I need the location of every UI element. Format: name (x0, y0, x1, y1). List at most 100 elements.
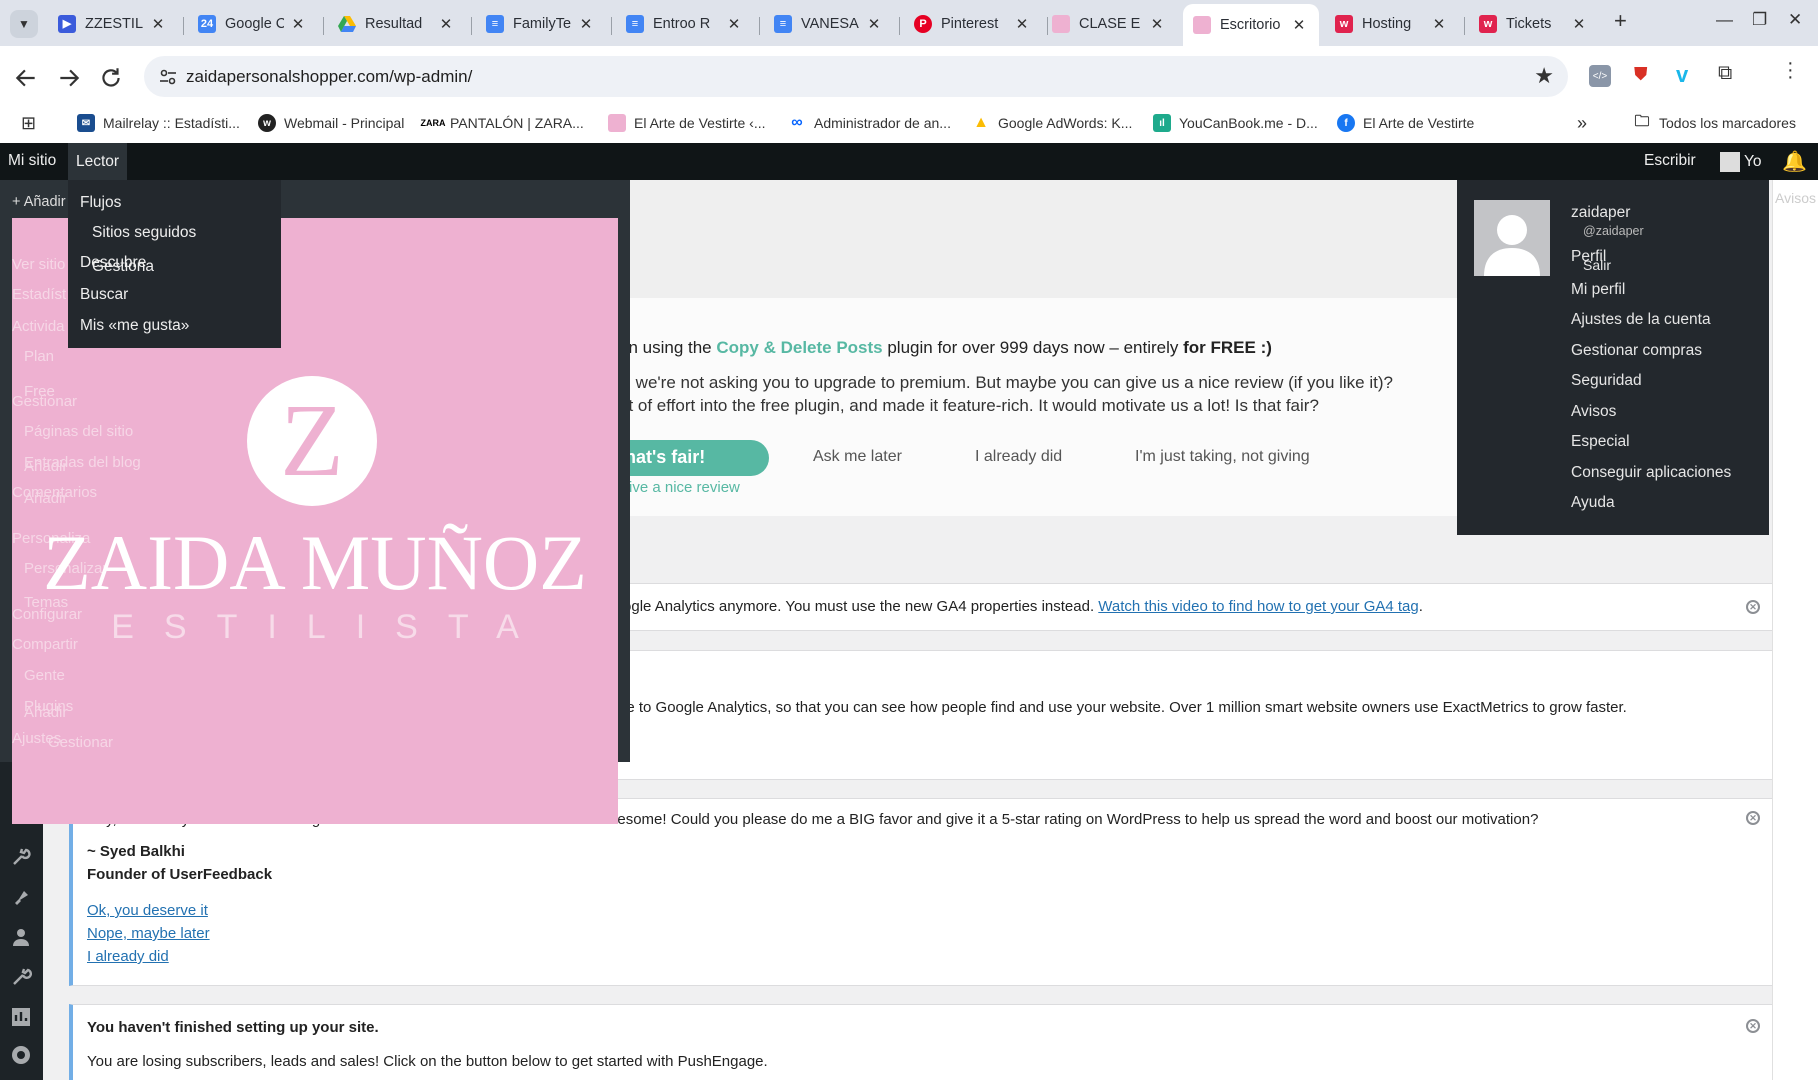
close-icon[interactable]: ✕ (1149, 15, 1165, 33)
side-item[interactable]: Plan (24, 348, 54, 365)
reader-item-likes[interactable]: Mis «me gusta» (80, 317, 189, 335)
dismiss-icon[interactable]: ✕ (1746, 1019, 1760, 1033)
account-item-ayuda[interactable]: Ayuda (1571, 494, 1615, 512)
forward-icon[interactable] (56, 65, 82, 91)
extension-devtools-icon[interactable]: </> (1589, 65, 1611, 87)
side-item[interactable]: Gestionar (12, 393, 77, 410)
account-item-mi-perfil[interactable]: Mi perfil (1571, 281, 1625, 299)
back-icon[interactable] (13, 65, 39, 91)
tab-entroo[interactable]: ≡ Entroo R ✕ (616, 7, 754, 40)
bookmark-adwords[interactable]: ▲ Google AdWords: K... (972, 110, 1132, 136)
tab-vanesa[interactable]: ≡ VANESA ✕ (764, 7, 894, 40)
already-did-link[interactable]: I already did (87, 948, 169, 965)
side-item[interactable]: Gente (24, 667, 65, 684)
side-item[interactable]: Estadíst (12, 286, 66, 303)
reader-item-buscar[interactable]: Buscar (80, 286, 128, 304)
window-close-icon[interactable]: ✕ (1788, 10, 1802, 30)
notifications-bell-icon[interactable]: 🔔 (1782, 149, 1807, 174)
site-favicon-icon (1193, 16, 1211, 34)
side-item[interactable]: Páginas del sitio (24, 423, 133, 440)
reader-item-flujos[interactable]: Flujos (80, 194, 121, 212)
bookmark-webmail[interactable]: w Webmail - Principal (258, 110, 404, 136)
close-icon[interactable]: ✕ (1431, 15, 1447, 33)
bookmark-zara[interactable]: ZARA PANTALÓN | ZARA... (421, 110, 584, 136)
address-bar[interactable]: zaidapersonalshopper.com/wp-admin/ ★ (144, 56, 1568, 97)
bookmark-mailrelay[interactable]: ✉ Mailrelay :: Estadísti... (77, 110, 240, 136)
tab-tickets[interactable]: w Tickets ✕ (1469, 7, 1599, 40)
tools-icon[interactable] (10, 846, 32, 868)
already-did-button[interactable]: I already did (975, 448, 1062, 466)
side-item[interactable]: Activida (12, 318, 65, 335)
settings-gear-icon[interactable] (10, 1044, 32, 1066)
account-item-especial[interactable]: Especial (1571, 433, 1630, 451)
side-item[interactable]: Añadir (24, 704, 67, 721)
tab-resultados[interactable]: Resultad ✕ (328, 7, 466, 40)
reload-icon[interactable] (98, 65, 124, 91)
tab-escritorio[interactable]: Escritorio ✕ (1183, 4, 1319, 46)
browser-menu-icon[interactable]: · · · (1787, 53, 1794, 87)
notifications-label[interactable]: Avisos (1775, 190, 1816, 206)
bookmark-youcanbook[interactable]: ıl YouCanBook.me - D... (1153, 110, 1318, 136)
side-item[interactable]: Añadir (24, 490, 67, 507)
tab-hosting[interactable]: w Hosting ✕ (1325, 7, 1459, 40)
account-item-ajustes[interactable]: Ajustes de la cuenta (1571, 311, 1711, 329)
close-icon[interactable]: ✕ (866, 15, 882, 33)
close-icon[interactable]: ✕ (1291, 16, 1307, 34)
tab-search-button[interactable]: ▼ (10, 10, 38, 38)
bookmark-el-arte-2[interactable]: f El Arte de Vestirte (1337, 110, 1474, 136)
wrench-icon[interactable] (10, 966, 32, 988)
close-icon[interactable]: ✕ (578, 15, 594, 33)
analytics-icon[interactable] (10, 1006, 32, 1028)
side-item[interactable]: Gestionar (48, 734, 113, 751)
bookmark-el-arte-1[interactable]: El Arte de Vestirte ‹... (608, 110, 766, 136)
account-item-salir[interactable]: Salir (1583, 257, 1611, 273)
reader-item-descubre[interactable]: Descubre (80, 254, 146, 272)
tab-clase[interactable]: CLASE E ✕ (1042, 7, 1177, 40)
write-link[interactable]: Escribir (1644, 152, 1696, 170)
tab-google-calendar[interactable]: 24 Google C ✕ (188, 7, 318, 40)
bookmarks-overflow-icon[interactable]: » (1577, 110, 1587, 136)
minimize-icon[interactable]: — (1716, 10, 1733, 30)
account-item-avisos[interactable]: Avisos (1571, 403, 1616, 421)
users-icon[interactable] (10, 926, 32, 948)
close-icon[interactable]: ✕ (1014, 15, 1030, 33)
dismiss-icon[interactable]: ✕ (1746, 600, 1760, 614)
restore-icon[interactable]: ❐ (1752, 10, 1767, 30)
add-new-link[interactable]: + Añadir (12, 194, 66, 210)
ga4-video-link[interactable]: Watch this video to find how to get your… (1098, 598, 1418, 615)
plugins-icon[interactable] (10, 886, 32, 908)
tab-pinterest[interactable]: P Pinterest ✕ (904, 7, 1042, 40)
avatar[interactable] (1474, 200, 1550, 276)
dismiss-icon[interactable]: ✕ (1746, 811, 1760, 825)
just-taking-button[interactable]: I'm just taking, not giving (1135, 448, 1310, 466)
extension-vimeo-icon[interactable]: v (1676, 62, 1688, 88)
bookmark-meta[interactable]: ∞ Administrador de an... (788, 110, 951, 136)
close-icon[interactable]: ✕ (438, 15, 454, 33)
tab-zzestil[interactable]: ▶ ZZESTIL ✕ (48, 7, 178, 40)
my-site-link[interactable]: Mi sitio (8, 152, 56, 170)
extension-shield-icon[interactable]: ⛊ (1634, 64, 1654, 88)
close-icon[interactable]: ✕ (290, 15, 306, 33)
close-icon[interactable]: ✕ (1571, 15, 1587, 33)
account-item-compras[interactable]: Gestionar compras (1571, 342, 1702, 360)
account-item-seguridad[interactable]: Seguridad (1571, 372, 1642, 390)
extensions-puzzle-icon[interactable]: ⧉ (1718, 62, 1732, 85)
close-icon[interactable]: ✕ (726, 15, 742, 33)
reader-link[interactable]: Lector (68, 143, 128, 180)
apps-grid-icon[interactable]: ⊞ (21, 110, 36, 136)
ok-deserve-link[interactable]: Ok, you deserve it (87, 902, 208, 919)
side-item[interactable]: Añadir (24, 458, 67, 475)
site-info-icon[interactable] (158, 67, 178, 87)
all-bookmarks[interactable]: 🗀 Todos los marcadores (1633, 110, 1795, 136)
account-item-apps[interactable]: Conseguir aplicaciones (1571, 464, 1731, 482)
close-icon[interactable]: ✕ (150, 15, 166, 33)
me-link[interactable]: Yo (1720, 152, 1762, 172)
maybe-later-link[interactable]: Nope, maybe later (87, 925, 210, 942)
nice-review-link[interactable]: ive a nice review (629, 479, 740, 496)
side-item[interactable]: Ver sitio (12, 256, 65, 273)
new-tab-icon[interactable]: + (1614, 8, 1627, 34)
ask-later-button[interactable]: Ask me later (813, 448, 902, 466)
reader-item-sitios-seguidos[interactable]: Sitios seguidos (92, 224, 196, 242)
bookmark-star-icon[interactable]: ★ (1534, 63, 1554, 89)
tab-familyte[interactable]: ≡ FamilyTe ✕ (476, 7, 606, 40)
